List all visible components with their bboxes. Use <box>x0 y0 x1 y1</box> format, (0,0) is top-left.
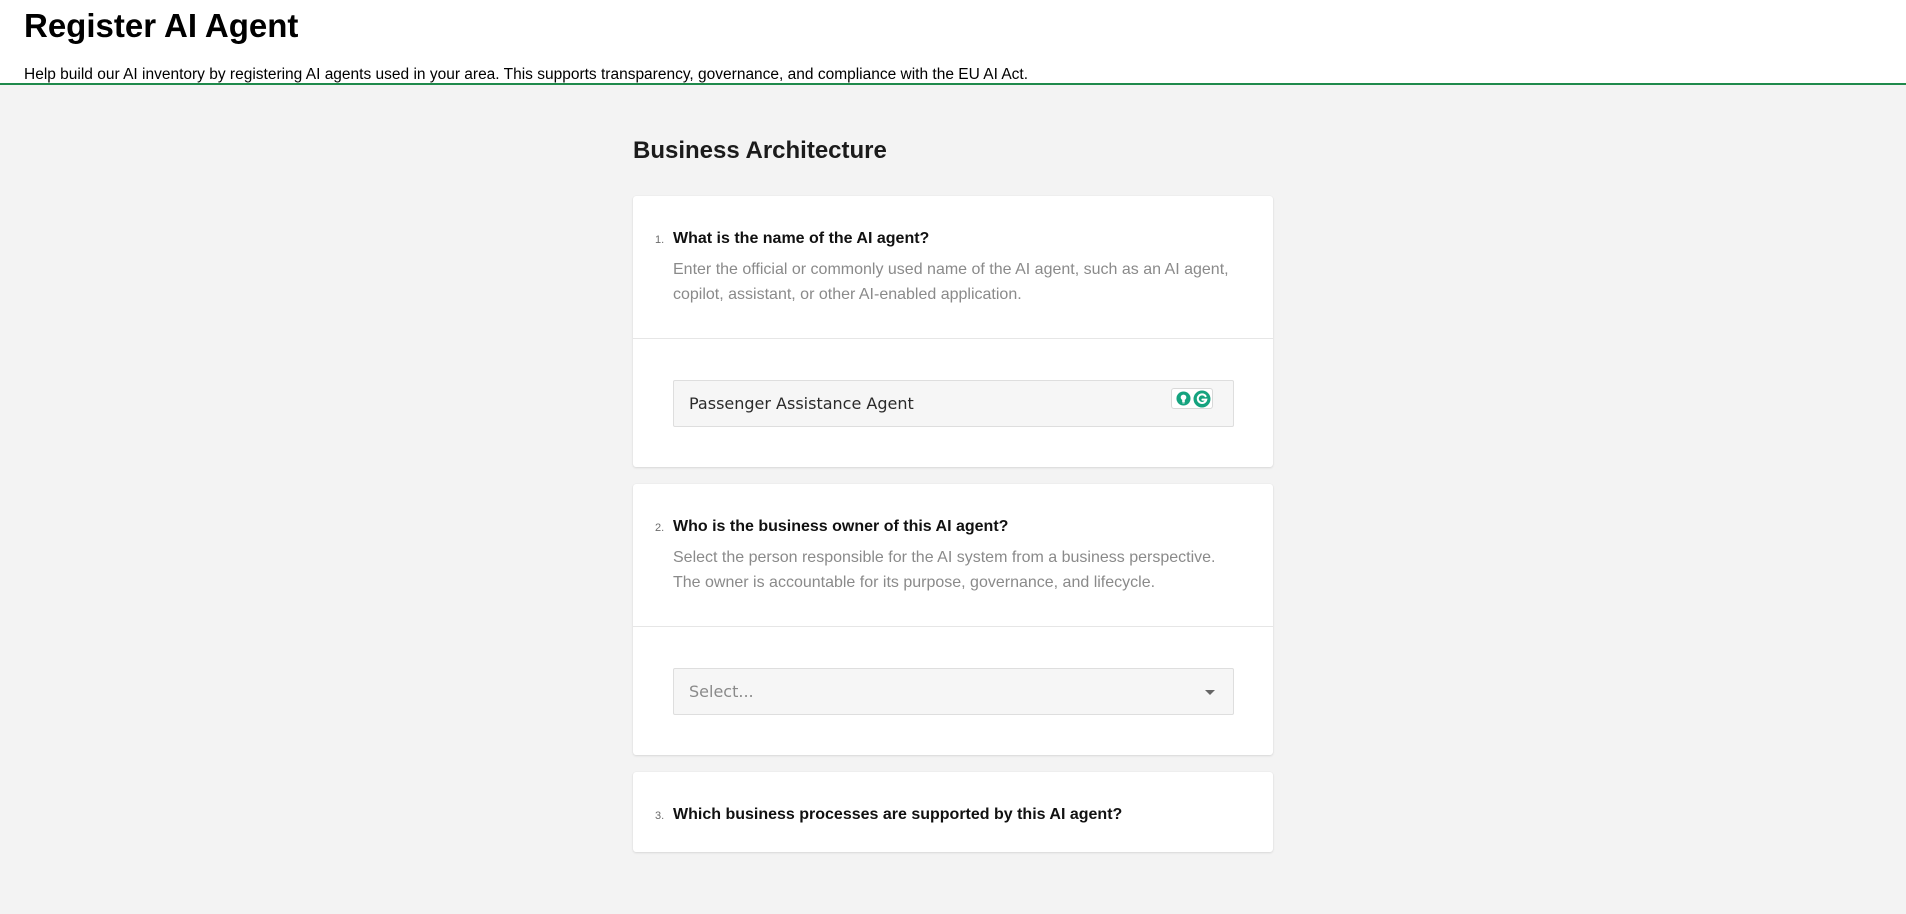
page-header: Register AI Agent Help build our AI inve… <box>0 0 1906 85</box>
agent-name-field[interactable] <box>673 380 1234 427</box>
question-title: Which business processes are supported b… <box>673 806 1123 823</box>
business-owner-select[interactable]: Select... <box>673 668 1234 715</box>
grammarly-icon[interactable] <box>1193 390 1211 408</box>
divider <box>633 626 1273 627</box>
question-card-business-owner: 2. Who is the business owner of this AI … <box>633 484 1273 755</box>
question-card-business-processes: 3. Which business processes are supporte… <box>633 772 1273 852</box>
question-card-agent-name: 1. What is the name of the AI agent? Ent… <box>633 196 1273 467</box>
agent-name-input[interactable] <box>674 381 1233 426</box>
question-title: What is the name of the AI agent? <box>673 230 930 247</box>
select-placeholder: Select... <box>689 682 754 701</box>
question-number: 2. <box>655 522 665 534</box>
question-number: 3. <box>655 810 665 822</box>
grammarly-widget[interactable] <box>1171 388 1213 409</box>
question-header: 1. What is the name of the AI agent? Ent… <box>633 196 1273 338</box>
divider <box>633 338 1273 339</box>
question-title: Who is the business owner of this AI age… <box>673 518 1009 535</box>
question-description: Enter the official or commonly used name… <box>673 261 1229 303</box>
question-description: Select the person responsible for the AI… <box>673 549 1216 591</box>
page-title: Register AI Agent <box>24 7 299 44</box>
question-header: 2. Who is the business owner of this AI … <box>633 484 1273 626</box>
question-header: 3. Which business processes are supporte… <box>633 772 1273 914</box>
question-number: 1. <box>655 234 665 246</box>
page-subtitle: Help build our AI inventory by registeri… <box>24 66 1029 83</box>
section-title: Business Architecture <box>633 137 887 164</box>
bulb-icon[interactable] <box>1176 391 1191 406</box>
chevron-down-icon[interactable] <box>1205 690 1215 695</box>
